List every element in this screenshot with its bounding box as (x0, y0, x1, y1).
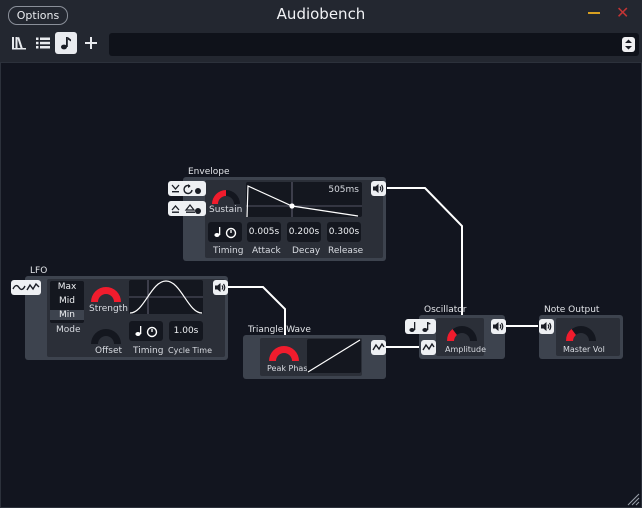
speaker-icon (373, 184, 384, 193)
master-volume-knob[interactable] (564, 319, 598, 343)
amplitude-label: Amplitude (445, 345, 486, 354)
cycle-time-label: Cycle Time (168, 346, 212, 355)
wire-envelope-oscillator (387, 187, 463, 318)
triangle-wave-title: Triangle Wave (248, 325, 311, 335)
lfo-waveform-input[interactable] (11, 280, 41, 295)
lfo-audio-output[interactable] (213, 280, 228, 295)
note-output-audio-input[interactable] (539, 319, 554, 334)
release-trigger-icon (171, 204, 201, 214)
mode-option-min[interactable]: Min (50, 310, 84, 320)
mode-option-mid[interactable]: Mid (50, 296, 84, 306)
decay-field[interactable]: 0.200s (287, 222, 321, 242)
amplitude-knob[interactable] (445, 319, 479, 343)
oscillator-pitch-input[interactable] (405, 319, 436, 334)
envelope-timing-toggle[interactable] (208, 222, 242, 242)
envelope-module[interactable]: 505ms Sustain Timing 0.005s Attack 0.200… (183, 177, 386, 261)
release-field[interactable]: 0.300s (327, 222, 361, 242)
waveform-icon (422, 342, 435, 351)
lfo-waveform-graph (129, 280, 203, 314)
envelope-timing-label: Timing (213, 246, 244, 256)
waveform-icon (372, 342, 385, 351)
envelope-duration-readout: 505ms (328, 185, 359, 195)
envelope-graph: 505ms (246, 182, 362, 218)
lfo-mode-label: Mode (56, 325, 81, 335)
peak-phase-knob[interactable] (267, 339, 301, 363)
oscillator-title: Oscillator (424, 305, 467, 315)
oscillator-waveform-input[interactable] (421, 340, 436, 355)
sustain-label: Sustain (209, 205, 243, 215)
envelope-title: Envelope (188, 167, 230, 177)
lfo-mode-selector[interactable]: Max Mid Min (50, 281, 84, 323)
release-label: Release (328, 246, 364, 256)
attack-field[interactable]: 0.005s (247, 222, 281, 242)
envelope-release-input[interactable] (168, 201, 206, 216)
offset-knob[interactable] (89, 322, 123, 346)
lfo-timing-label: Timing (133, 346, 164, 356)
note-output-title: Note Output (544, 305, 600, 315)
attack-label: Attack (252, 246, 281, 256)
mode-option-max[interactable]: Max (50, 282, 84, 292)
strength-knob[interactable] (89, 280, 123, 304)
music-note-icon (409, 322, 431, 332)
trigger-icon (171, 184, 201, 195)
cycle-time-field[interactable]: 1.00s (169, 321, 203, 341)
note-output-module[interactable]: Master Vol (539, 315, 623, 359)
speaker-icon (541, 322, 552, 331)
speaker-icon (493, 322, 504, 331)
envelope-audio-output[interactable] (371, 181, 386, 196)
offset-label: Offset (95, 346, 123, 356)
peak-phase-label: Peak Phase (267, 364, 313, 373)
oscillator-audio-output[interactable] (491, 319, 506, 334)
envelope-trigger-input[interactable] (168, 181, 206, 196)
triangle-wave-module[interactable]: Peak Phase (243, 335, 386, 379)
lfo-module[interactable]: Max Mid Min Mode Strength Offset Timing … (25, 276, 228, 360)
master-volume-label: Master Vol (563, 345, 605, 354)
strength-label: Strength (89, 304, 128, 314)
speaker-icon (215, 283, 226, 292)
resize-grip-icon[interactable] (626, 492, 640, 506)
lfo-title: LFO (30, 266, 48, 276)
sustain-knob[interactable] (209, 182, 243, 206)
waveform-icon (12, 282, 40, 291)
triangle-wave-output[interactable] (371, 340, 386, 355)
decay-label: Decay (292, 246, 321, 256)
lfo-timing-toggle[interactable] (129, 321, 163, 341)
triangle-graph (307, 339, 361, 373)
